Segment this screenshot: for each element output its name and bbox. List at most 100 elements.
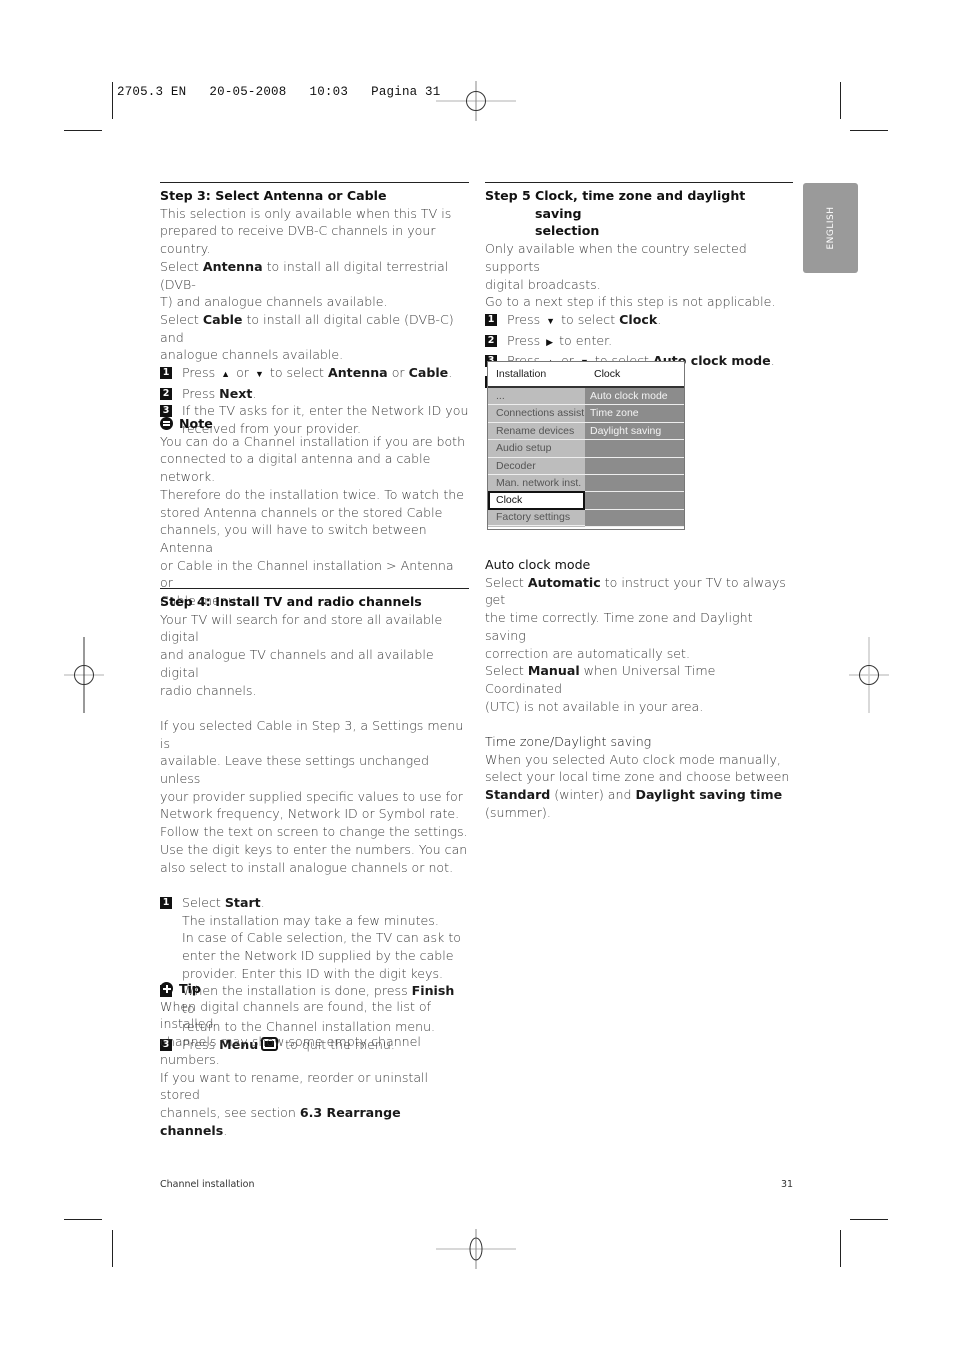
- page-number: 31: [781, 1179, 794, 1190]
- tv-submenu-item: [585, 475, 684, 493]
- timezone-text: When you selected Auto clock mode manual…: [485, 751, 781, 767]
- step3-text: country.: [160, 241, 211, 257]
- step4-heading: Step 4: Install TV and radio channels: [160, 594, 422, 609]
- crop-mark: [112, 1230, 113, 1267]
- registration-mark-icon: [849, 637, 889, 713]
- crop-mark: [64, 1219, 102, 1220]
- language-tab: ENGLISH: [803, 183, 858, 273]
- note-text: stored Antenna channels or the stored Ca…: [160, 504, 443, 520]
- tip-section: Tip When digital channels are found, the…: [160, 980, 469, 1139]
- tv-menu-item[interactable]: Factory settings: [488, 509, 585, 527]
- print-slug: 2705.3 EN 20-05-2008 10:03 Pagina 31: [117, 85, 441, 99]
- step4-text: Follow the text on screen to change the …: [160, 824, 468, 840]
- note-text: or Cable in the Channel installation > A…: [160, 557, 454, 591]
- tv-submenu-item: [585, 492, 684, 510]
- step3-heading: Step 3: Select Antenna or Cable: [160, 188, 387, 203]
- crop-mark: [850, 1219, 888, 1220]
- tv-menu-header-left: Installation: [496, 368, 547, 380]
- tip-text: If you want to rename, reorder or uninst…: [160, 1069, 429, 1103]
- step4-text: radio channels.: [160, 682, 257, 698]
- tip-icon: [160, 982, 173, 995]
- step5-item-2: 2 Press ▶ to enter.: [485, 332, 793, 353]
- auto-clock-text: correction are automatically set.: [485, 645, 690, 661]
- crop-mark: [840, 1230, 841, 1267]
- step3-text: This selection is only available when th…: [160, 205, 452, 221]
- tip-text: When digital channels are found, the lis…: [160, 998, 432, 1032]
- note-text: connected to a digital antenna and a cab…: [160, 451, 431, 485]
- auto-clock-section: Auto clock mode Select Automatic to inst…: [485, 556, 793, 822]
- auto-clock-text: Select Automatic to instruct your TV to …: [485, 574, 786, 608]
- step3-antenna-text: Select Antenna to install all digital te…: [160, 258, 449, 292]
- step4-text: your provider supplied specific values t…: [160, 788, 463, 804]
- step3-cable-text: Select Cable to install all digital cabl…: [160, 311, 454, 345]
- tv-submenu-item: [585, 510, 684, 528]
- tv-menu-item[interactable]: Rename devices: [488, 423, 585, 441]
- tv-menu-header-right: Clock: [594, 368, 621, 380]
- note-text: channels, you will have to switch betwee…: [160, 522, 427, 555]
- step3-cable-text: analogue channels available.: [160, 347, 344, 363]
- step3-text: prepared to receive DVB-C channels in yo…: [160, 223, 436, 239]
- tv-menu-item-selected[interactable]: Clock: [488, 491, 585, 510]
- tv-submenu-item[interactable]: Time zone: [585, 405, 684, 423]
- step4-text: and analogue TV channels and all availab…: [160, 647, 434, 680]
- step4-item-1: 1 Select Start. The installation may take…: [160, 894, 469, 983]
- language-tab-label: ENGLISH: [825, 206, 836, 250]
- step4-text: also select to install analogue channels…: [160, 859, 454, 875]
- timezone-text: select your local time zone and choose b…: [485, 769, 790, 785]
- note-icon: [160, 417, 173, 430]
- timezone-text: Standard (winter) and Daylight saving ti…: [485, 787, 783, 803]
- tip-heading: Tip: [160, 980, 469, 998]
- down-arrow-icon: ▼: [546, 316, 556, 327]
- auto-clock-text: Select Manual when Universal Time Coordi…: [485, 663, 716, 696]
- auto-clock-text: the time correctly. Time zone and Daylig…: [485, 610, 753, 643]
- step4-text: Use the digit keys to enter the numbers.…: [160, 841, 468, 857]
- crop-mark: [840, 82, 841, 119]
- step5-text: Go to a next step if this step is not ap…: [485, 294, 776, 310]
- tip-text: channels may show some empty channel num…: [160, 1034, 421, 1067]
- step4-text: available. Leave these settings unchange…: [160, 753, 429, 787]
- tv-menu-item[interactable]: Decoder: [488, 458, 585, 475]
- step4-text: Your TV will search for and store all av…: [160, 611, 443, 645]
- note-text: Therefore do the installation twice. To …: [160, 486, 464, 502]
- step5-text: digital broadcasts.: [485, 276, 601, 292]
- tv-menu-header: Installation Clock: [488, 362, 684, 388]
- tv-submenu-item: [585, 440, 684, 458]
- auto-clock-text: (UTC) is not available in your area.: [485, 698, 704, 714]
- timezone-heading: Time zone/Daylight saving: [485, 734, 652, 750]
- tv-menu-item[interactable]: ...: [488, 388, 585, 406]
- step3-item-2: 2 Press Next.: [160, 385, 469, 403]
- note-section: Note You can do a Channel installation i…: [160, 415, 469, 610]
- note-text: You can do a Channel installation if you…: [160, 433, 466, 449]
- step5-item-1: 1 Press ▼ to select Clock.: [485, 311, 793, 332]
- step5-heading: Step 5 Clock, time zone and daylight savi…: [485, 188, 746, 239]
- tv-submenu-item[interactable]: Daylight saving: [585, 423, 684, 441]
- right-arrow-icon: ▶: [546, 337, 554, 348]
- tv-submenu-item[interactable]: Auto clock mode: [585, 388, 684, 406]
- tv-menu-item[interactable]: Audio setup: [488, 440, 585, 458]
- step3-item-1: 1 Press ▲ or ▼ to select Antenna or Cable.: [160, 364, 469, 385]
- registration-mark-icon: [436, 81, 516, 121]
- step5-text: Only available when the country selected…: [485, 241, 747, 274]
- tv-installation-menu: Installation Clock ... Connections assis…: [487, 361, 685, 530]
- tv-menu-left-list: ... Connections assist. Rename devices A…: [488, 388, 585, 528]
- step3-antenna-text: T) and analogue channels available.: [160, 294, 388, 310]
- registration-mark-icon: [436, 1229, 516, 1269]
- tip-text: channels, see section 6.3 Rearrange chan…: [160, 1104, 401, 1138]
- tv-menu-item[interactable]: Connections assist.: [488, 405, 585, 423]
- step4-text: If you selected Cable in Step 3, a Setti…: [160, 717, 464, 751]
- registration-mark-icon: [64, 637, 104, 713]
- crop-mark: [850, 130, 888, 131]
- footer-section-title: Channel installation: [160, 1179, 255, 1190]
- up-arrow-icon: ▲: [221, 370, 231, 381]
- tv-submenu-item: [585, 458, 684, 475]
- tv-menu-right-list: Auto clock mode Time zone Daylight savin…: [585, 388, 684, 528]
- step3-section: Step 3: Select Antenna or Cable This sel…: [160, 182, 469, 438]
- auto-clock-heading: Auto clock mode: [485, 557, 591, 572]
- crop-mark: [112, 82, 113, 119]
- tv-menu-item[interactable]: Man. network inst.: [488, 475, 585, 493]
- crop-mark: [64, 130, 102, 131]
- step4-text: Network frequency, Network ID or Symbol …: [160, 806, 460, 822]
- down-arrow-icon: ▼: [254, 370, 264, 381]
- timezone-text: (summer).: [485, 804, 551, 820]
- note-heading: Note: [160, 415, 469, 433]
